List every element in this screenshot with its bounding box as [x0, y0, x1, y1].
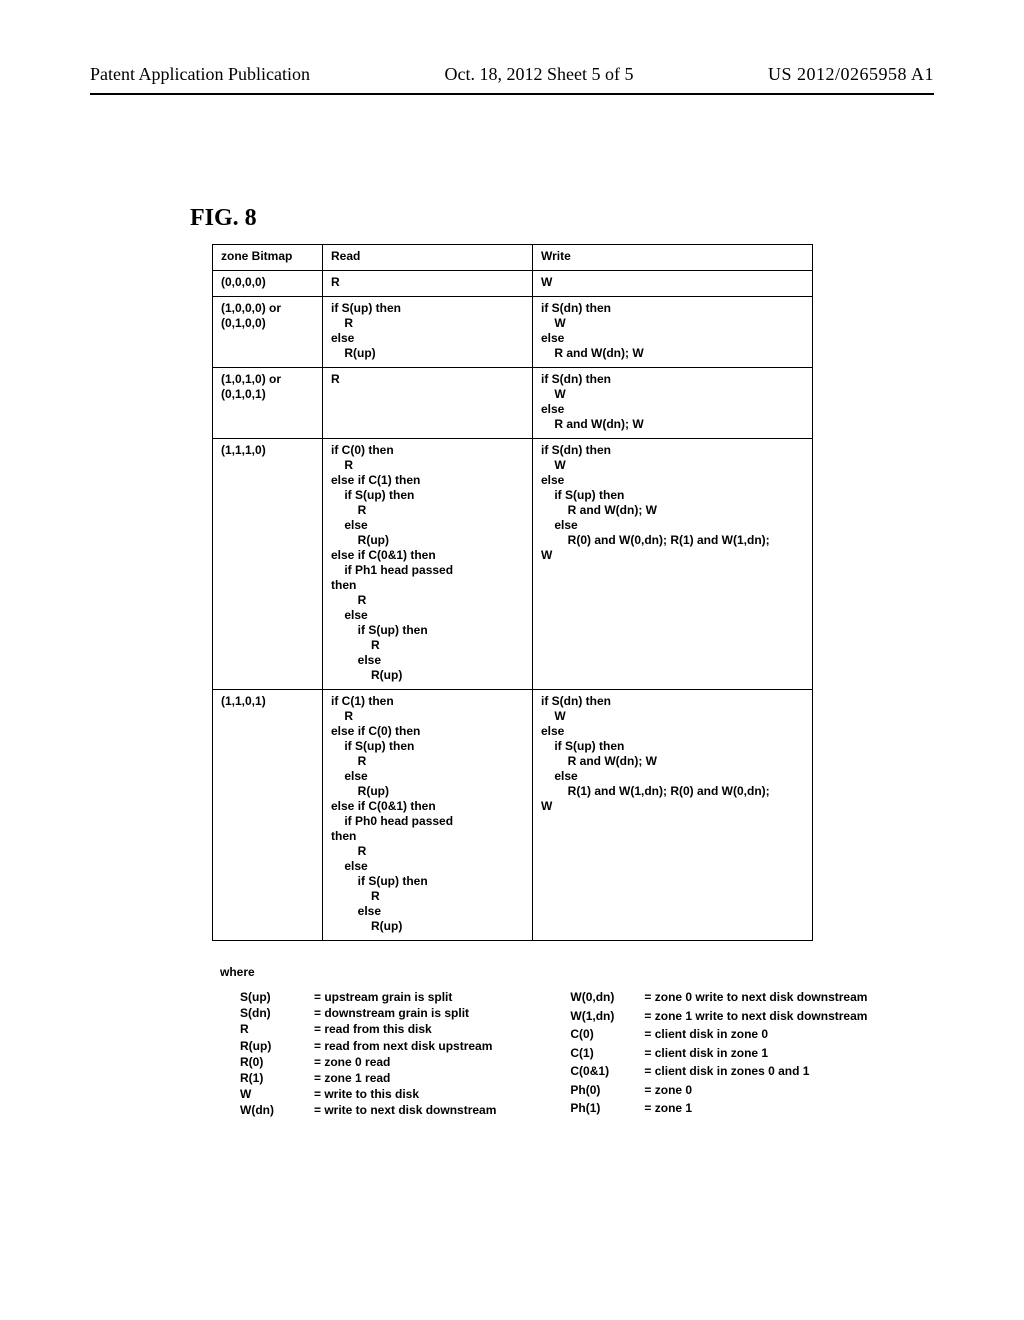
legend-def: = zone 1 write to next disk downstream	[644, 1008, 881, 1027]
legend-sym: C(1)	[570, 1045, 644, 1064]
legend-sym: C(0&1)	[570, 1063, 644, 1082]
legend-row: W(0,dn)= zone 0 write to next disk downs…	[570, 989, 881, 1008]
table-wrap: zone Bitmap Read Write (0,0,0,0) R W (1,…	[212, 244, 812, 941]
legend-sym: R(0)	[240, 1054, 314, 1070]
where-label: where	[220, 965, 934, 979]
cell-read: R	[323, 271, 533, 297]
legend-def: = read from next disk upstream	[314, 1038, 510, 1054]
legend-row: S(up)= upstream grain is split	[240, 989, 510, 1005]
page-header: Patent Application Publication Oct. 18, …	[90, 64, 934, 85]
legend-row: C(0)= client disk in zone 0	[570, 1026, 881, 1045]
legend-left: S(up)= upstream grain is split S(dn)= do…	[240, 989, 510, 1119]
table-row: (1,0,1,0) or (0,1,0,1) R if S(dn) then W…	[213, 368, 813, 439]
table-row: (1,0,0,0) or (0,1,0,0) if S(up) then R e…	[213, 297, 813, 368]
cell-bitmap: (1,1,1,0)	[213, 439, 323, 690]
legend-def: = zone 0	[644, 1082, 881, 1101]
legend-sym: Ph(0)	[570, 1082, 644, 1101]
legend-row: R(up)= read from next disk upstream	[240, 1038, 510, 1054]
legend-def: = client disk in zones 0 and 1	[644, 1063, 881, 1082]
legend-sym: S(up)	[240, 989, 314, 1005]
zone-bitmap-table: zone Bitmap Read Write (0,0,0,0) R W (1,…	[212, 244, 813, 941]
legend-sym: Ph(1)	[570, 1100, 644, 1119]
cell-bitmap: (1,0,1,0) or (0,1,0,1)	[213, 368, 323, 439]
legend-row: R(0)= zone 0 read	[240, 1054, 510, 1070]
table-row: (1,1,1,0) if C(0) then R else if C(1) th…	[213, 439, 813, 690]
th-read: Read	[323, 245, 533, 271]
header-right: US 2012/0265958 A1	[768, 64, 934, 85]
cell-write: if S(dn) then W else R and W(dn); W	[533, 297, 813, 368]
legend-row: C(0&1)= client disk in zones 0 and 1	[570, 1063, 881, 1082]
legend-row: W(1,dn)= zone 1 write to next disk downs…	[570, 1008, 881, 1027]
legend-row: S(dn)= downstream grain is split	[240, 1005, 510, 1021]
legend-row: Ph(1)= zone 1	[570, 1100, 881, 1119]
legend: S(up)= upstream grain is split S(dn)= do…	[240, 989, 934, 1119]
figure-label: FIG. 8	[190, 205, 934, 232]
legend-def: = write to next disk downstream	[314, 1102, 510, 1118]
legend-def: = client disk in zone 1	[644, 1045, 881, 1064]
legend-row: C(1)= client disk in zone 1	[570, 1045, 881, 1064]
legend-row: W(dn)= write to next disk downstream	[240, 1102, 510, 1118]
cell-read: if S(up) then R else R(up)	[323, 297, 533, 368]
legend-def: = zone 0 read	[314, 1054, 510, 1070]
header-rule	[90, 93, 934, 95]
legend-row: W= write to this disk	[240, 1086, 510, 1102]
header-mid: Oct. 18, 2012 Sheet 5 of 5	[444, 64, 633, 85]
table-row: (1,1,0,1) if C(1) then R else if C(0) th…	[213, 690, 813, 941]
table-header-row: zone Bitmap Read Write	[213, 245, 813, 271]
cell-read: if C(1) then R else if C(0) then if S(up…	[323, 690, 533, 941]
table-row: (0,0,0,0) R W	[213, 271, 813, 297]
cell-bitmap: (1,1,0,1)	[213, 690, 323, 941]
cell-bitmap: (0,0,0,0)	[213, 271, 323, 297]
legend-def: = client disk in zone 0	[644, 1026, 881, 1045]
page: Patent Application Publication Oct. 18, …	[0, 0, 1024, 1320]
legend-row: R= read from this disk	[240, 1021, 510, 1037]
legend-sym: W(dn)	[240, 1102, 314, 1118]
legend-sym: W(1,dn)	[570, 1008, 644, 1027]
th-write: Write	[533, 245, 813, 271]
legend-def: = zone 1	[644, 1100, 881, 1119]
cell-read: R	[323, 368, 533, 439]
legend-def: = read from this disk	[314, 1021, 510, 1037]
legend-sym: C(0)	[570, 1026, 644, 1045]
legend-sym: S(dn)	[240, 1005, 314, 1021]
cell-read: if C(0) then R else if C(1) then if S(up…	[323, 439, 533, 690]
cell-bitmap: (1,0,0,0) or (0,1,0,0)	[213, 297, 323, 368]
header-left: Patent Application Publication	[90, 64, 310, 85]
legend-sym: W	[240, 1086, 314, 1102]
legend-sym: R(up)	[240, 1038, 314, 1054]
cell-write: W	[533, 271, 813, 297]
legend-sym: R(1)	[240, 1070, 314, 1086]
cell-write: if S(dn) then W else if S(up) then R and…	[533, 439, 813, 690]
legend-def: = upstream grain is split	[314, 989, 510, 1005]
legend-sym: W(0,dn)	[570, 989, 644, 1008]
legend-row: Ph(0)= zone 0	[570, 1082, 881, 1101]
legend-def: = write to this disk	[314, 1086, 510, 1102]
cell-write: if S(dn) then W else if S(up) then R and…	[533, 690, 813, 941]
th-bitmap: zone Bitmap	[213, 245, 323, 271]
cell-write: if S(dn) then W else R and W(dn); W	[533, 368, 813, 439]
legend-def: = zone 1 read	[314, 1070, 510, 1086]
legend-row: R(1)= zone 1 read	[240, 1070, 510, 1086]
legend-def: = zone 0 write to next disk downstream	[644, 989, 881, 1008]
legend-def: = downstream grain is split	[314, 1005, 510, 1021]
legend-right: W(0,dn)= zone 0 write to next disk downs…	[570, 989, 881, 1119]
legend-sym: R	[240, 1021, 314, 1037]
